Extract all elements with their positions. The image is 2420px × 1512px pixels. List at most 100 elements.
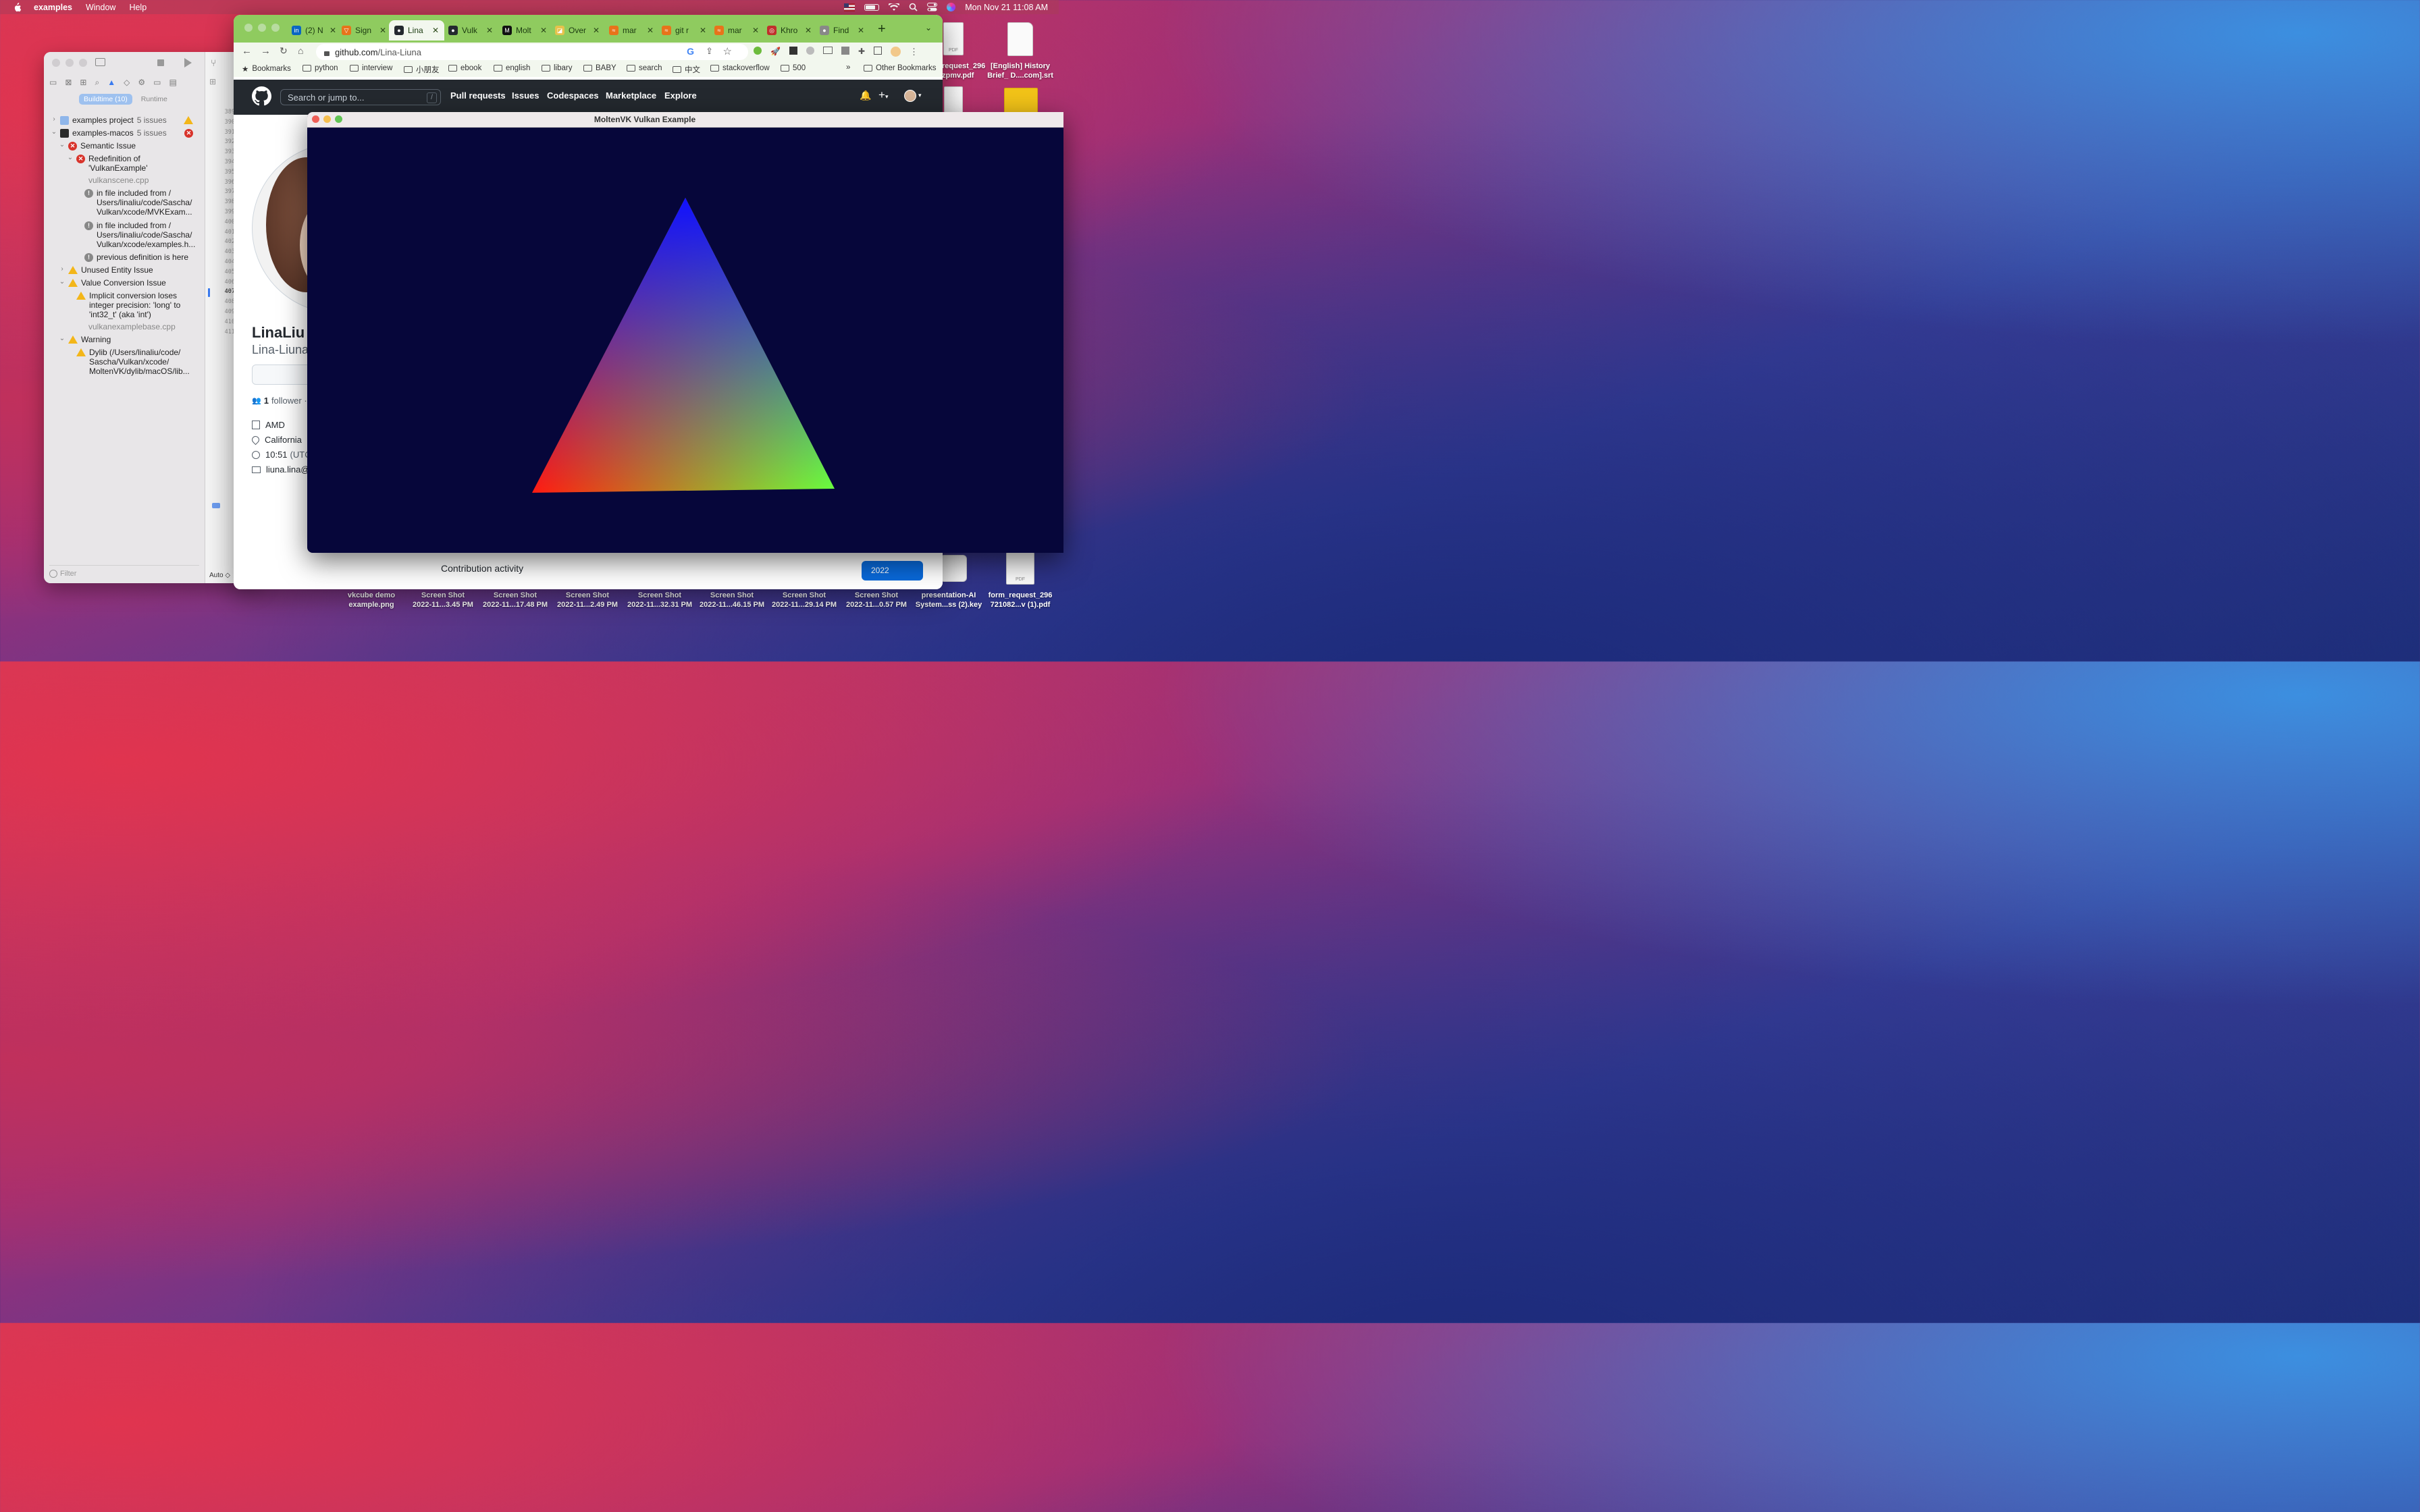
buildtime-tab[interactable]: Buildtime (10) [79, 94, 132, 105]
create-new-icon[interactable]: +▾ [878, 88, 888, 102]
nav-codespaces[interactable]: Codespaces [547, 90, 599, 101]
issue-note[interactable]: ! in file included from / Users/linaliu/… [84, 188, 199, 217]
issue-redefinition[interactable]: ⌄ ✕ Redefinition of 'VulkanExample' [67, 154, 195, 173]
flag-icon[interactable] [844, 3, 856, 11]
browser-tab[interactable]: M Molt ✕ [502, 20, 547, 40]
source-control-icon[interactable]: ⊠ [65, 78, 72, 88]
desktop-file[interactable]: Screen Shot 2022-11...17.48 PM [479, 591, 551, 610]
desktop-file[interactable]: Screen Shot 2022-11...46.15 PM [696, 591, 768, 610]
chevron-down-icon[interactable]: ⌄ [59, 278, 65, 286]
issue-navigator-icon[interactable]: ▲ [107, 78, 115, 88]
bookmark-folder[interactable]: 小朋友 [404, 64, 440, 75]
book-cover-icon[interactable] [1004, 88, 1038, 113]
close-button[interactable] [52, 59, 60, 67]
menubar-datetime[interactable]: Mon Nov 21 11:08 AM [965, 3, 1048, 12]
bookmark-folder[interactable]: python [302, 64, 338, 72]
desktop-file[interactable]: presentation-AI System...ss (2).key [912, 591, 986, 610]
extensions-icon[interactable]: ✚ [858, 47, 865, 57]
issue-file[interactable]: vulkanscene.cpp [88, 176, 149, 188]
runtime-tab[interactable]: Runtime [136, 94, 172, 105]
filter-input[interactable]: Filter [60, 570, 76, 578]
browser-tab[interactable]: ≈ mar ✕ [609, 20, 654, 40]
issue-group-macos[interactable]: ⌄ examples-macos 5 issues ✕ [51, 128, 199, 140]
forward-icon[interactable]: → [261, 45, 271, 57]
bookmark-folder[interactable]: english [494, 64, 530, 72]
chevron-right-icon[interactable]: › [51, 115, 57, 123]
bookmark-folder[interactable]: 500 [781, 64, 806, 72]
bookmark-folder[interactable]: 中文 [673, 64, 700, 75]
pdf-file-icon[interactable]: PDF [943, 22, 964, 55]
bookmark-folder[interactable]: stackoverflow [710, 64, 770, 72]
desktop-file[interactable]: Screen Shot 2022-11...0.57 PM [841, 591, 912, 610]
tab-close-icon[interactable]: ✕ [330, 26, 336, 35]
issue-implicit-conversion[interactable]: Implicit conversion loses integer precis… [76, 291, 198, 319]
chevron-right-icon[interactable]: › [59, 265, 65, 273]
github-logo-icon[interactable] [252, 86, 271, 106]
side-panel-icon[interactable] [874, 47, 883, 55]
browser-tab[interactable]: ● Find ✕ [820, 20, 864, 40]
desktop-file[interactable]: Screen Shot 2022-11...29.14 PM [768, 591, 840, 610]
home-icon[interactable]: ⌂ [298, 45, 303, 56]
menu-window[interactable]: Window [86, 3, 115, 12]
github-search-input[interactable]: Search or jump to... / [280, 89, 441, 105]
browser-tab[interactable]: ≈ git r ✕ [662, 20, 706, 40]
extension-box-icon[interactable] [789, 47, 797, 55]
pdf-file-icon[interactable] [944, 86, 963, 113]
chevron-down-icon[interactable]: ⌄ [51, 128, 57, 136]
extension-puzzle-icon[interactable] [841, 47, 849, 55]
desktop-file[interactable]: Screen Shot 2022-11...2.49 PM [552, 591, 623, 610]
filter-icon[interactable] [49, 570, 57, 578]
close-button[interactable] [244, 24, 253, 32]
followers[interactable]: 👥 1 follower · [252, 396, 307, 406]
zoom-button[interactable] [271, 24, 280, 32]
chrome-menu-icon[interactable]: ⋮ [910, 47, 918, 57]
back-icon[interactable]: ← [242, 45, 252, 57]
bookmark-folder[interactable]: libary [542, 64, 572, 72]
reload-icon[interactable]: ↻ [280, 45, 288, 57]
tab-close-icon[interactable]: ✕ [858, 26, 864, 35]
desktop-file[interactable]: vkcube demo example.png [334, 591, 409, 610]
battery-icon[interactable] [864, 3, 880, 11]
issue-group-project[interactable]: › examples project 5 issues [51, 115, 199, 128]
share-icon[interactable]: ⇪ [706, 46, 713, 57]
tab-close-icon[interactable]: ✕ [593, 26, 600, 35]
browser-tab[interactable]: ● Vulk ✕ [448, 20, 493, 40]
spotlight-search-icon[interactable] [909, 3, 918, 11]
nav-marketplace[interactable]: Marketplace [606, 90, 656, 101]
desktop-file-history-srt[interactable]: [English] History Brief_ D....com].srt [982, 61, 1058, 80]
issue-file[interactable]: vulkanexamplebase.cpp [88, 322, 176, 334]
extension-green-icon[interactable] [754, 47, 762, 55]
chevron-down-icon[interactable]: ⌄ [67, 154, 74, 161]
zoom-button[interactable] [79, 59, 87, 67]
tab-close-icon[interactable]: ✕ [647, 26, 654, 35]
minimize-button[interactable] [258, 24, 266, 32]
browser-tab[interactable]: ▽ Sign ✕ [342, 20, 386, 40]
issue-category-unused[interactable]: › Unused Entity Issue [59, 265, 153, 277]
bookmark-folder[interactable]: BABY [583, 64, 616, 72]
minimize-button[interactable] [65, 59, 74, 67]
nav-pull-requests[interactable]: Pull requests [450, 90, 506, 101]
stop-icon[interactable] [157, 59, 164, 66]
keynote-file-icon[interactable] [940, 555, 967, 582]
tab-close-icon[interactable]: ✕ [805, 26, 812, 35]
tab-close-icon[interactable]: ✕ [432, 26, 439, 35]
bookmarks-button[interactable]: ★ Bookmarks [242, 64, 291, 74]
browser-tab[interactable]: ● Lina ✕ [389, 20, 445, 40]
extension-cloud-icon[interactable] [806, 47, 814, 55]
tab-close-icon[interactable]: ✕ [486, 26, 493, 35]
year-button[interactable]: 2022 [862, 561, 923, 580]
other-bookmarks-folder[interactable]: Other Bookmarks [864, 64, 936, 72]
edit-profile-button[interactable] [252, 364, 314, 385]
apple-menu-icon[interactable] [12, 2, 22, 12]
rocket-icon[interactable]: 🚀 [770, 47, 781, 57]
issue-dylib[interactable]: Dylib (/Users/linaliu/code/ Sascha/Vulka… [76, 348, 198, 376]
editor-mode-label[interactable]: Auto ◇ [209, 572, 230, 579]
extension-card-icon[interactable] [822, 47, 833, 54]
tab-close-icon[interactable]: ✕ [379, 26, 386, 35]
run-icon[interactable] [184, 58, 192, 68]
bookmark-folder[interactable]: search [627, 64, 662, 72]
desktop-file[interactable]: Screen Shot 2022-11...32.31 PM [624, 591, 695, 610]
browser-tab[interactable]: ◎ Khro ✕ [767, 20, 812, 40]
vulkan-title-bar[interactable]: MoltenVK Vulkan Example [307, 112, 1063, 128]
browser-tab[interactable]: in (2) N ✕ [292, 20, 336, 40]
